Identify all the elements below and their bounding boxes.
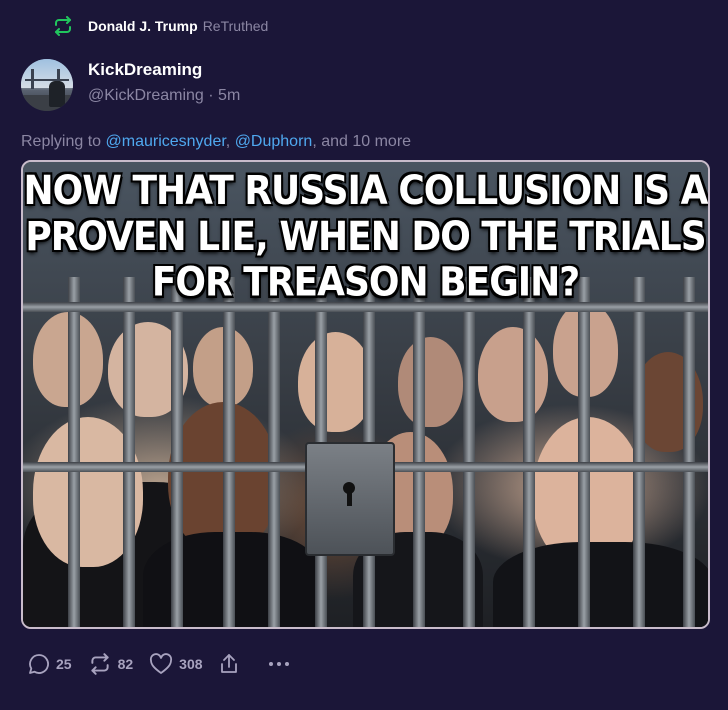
retruth-user-link[interactable]: Donald J. Trump bbox=[88, 18, 198, 34]
headline-line: FOR TREASON BEGIN? bbox=[151, 259, 580, 306]
replying-to: Replying to @mauricesnyder, @Duphorn, an… bbox=[21, 133, 411, 151]
share-icon bbox=[219, 653, 239, 675]
headline-line: NOW THAT RUSSIA COLLUSION IS A bbox=[23, 168, 708, 214]
retruth-header: Donald J. Trump ReTruthed bbox=[52, 15, 268, 37]
retruth-text: Donald J. Trump ReTruthed bbox=[88, 18, 268, 34]
reply-join: , bbox=[225, 133, 235, 150]
retruth-label: ReTruthed bbox=[202, 18, 269, 34]
post-actions: 25 82 308 bbox=[28, 653, 289, 675]
reply-prefix: Replying to bbox=[21, 133, 106, 150]
like-button[interactable]: 308 bbox=[149, 653, 203, 675]
reply-suffix[interactable]: , and 10 more bbox=[312, 133, 411, 150]
reply-count: 25 bbox=[56, 656, 72, 672]
reply-button[interactable]: 25 bbox=[28, 653, 72, 675]
more-icon[interactable] bbox=[268, 662, 289, 666]
like-count: 308 bbox=[179, 656, 203, 672]
retruth-icon bbox=[88, 653, 112, 675]
post-media-image[interactable]: NOW THAT RUSSIA COLLUSION IS A PROVEN LI… bbox=[21, 160, 710, 629]
author-handle[interactable]: @KickDreaming bbox=[88, 87, 204, 104]
comment-icon bbox=[28, 653, 50, 675]
avatar[interactable] bbox=[21, 59, 73, 111]
meta-separator: · bbox=[203, 87, 219, 104]
heart-icon bbox=[149, 653, 173, 675]
retruth-button[interactable]: 82 bbox=[88, 653, 134, 675]
post-time[interactable]: 5m bbox=[218, 87, 240, 104]
padlock-graphic bbox=[305, 442, 395, 556]
mention-link[interactable]: @Duphorn bbox=[235, 133, 313, 150]
retruth-count: 82 bbox=[117, 656, 134, 672]
share-button[interactable] bbox=[219, 653, 239, 675]
mention-link[interactable]: @mauricesnyder bbox=[106, 133, 226, 150]
author-meta: @KickDreaming · 5m bbox=[88, 87, 240, 105]
headline-line: PROVEN LIE, WHEN DO THE TRIALS bbox=[25, 213, 706, 260]
media-headline: NOW THAT RUSSIA COLLUSION IS A PROVEN LI… bbox=[23, 168, 708, 306]
author-display-name[interactable]: KickDreaming bbox=[88, 60, 202, 80]
retruth-icon bbox=[52, 16, 74, 36]
